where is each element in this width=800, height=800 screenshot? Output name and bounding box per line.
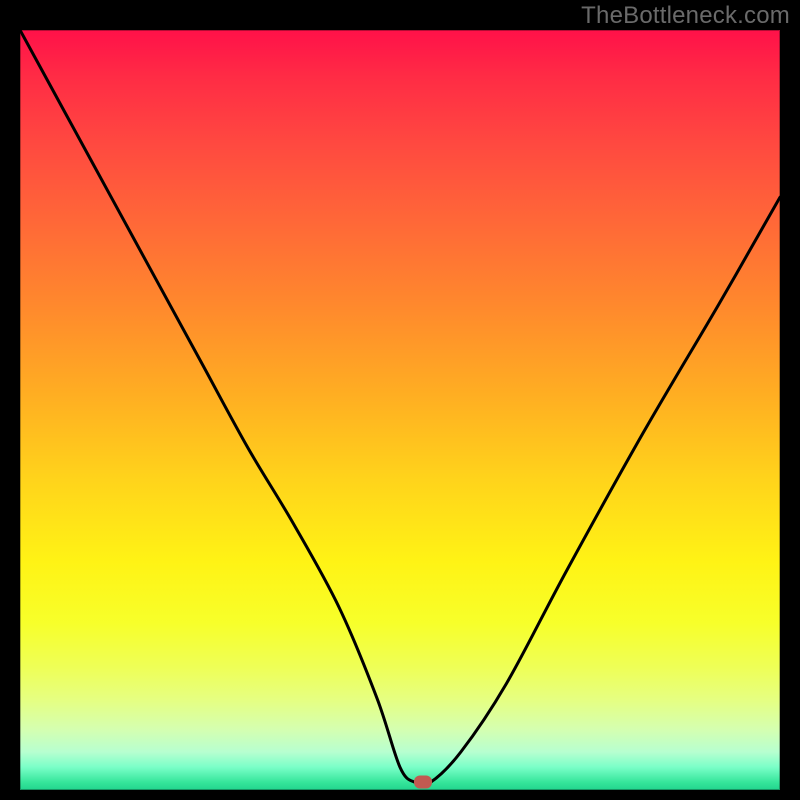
optimal-point-marker (414, 776, 432, 789)
plot-area (20, 30, 780, 790)
chart-container: TheBottleneck.com (0, 0, 800, 800)
bottleneck-curve (20, 30, 780, 790)
watermark-text: TheBottleneck.com (581, 2, 790, 30)
